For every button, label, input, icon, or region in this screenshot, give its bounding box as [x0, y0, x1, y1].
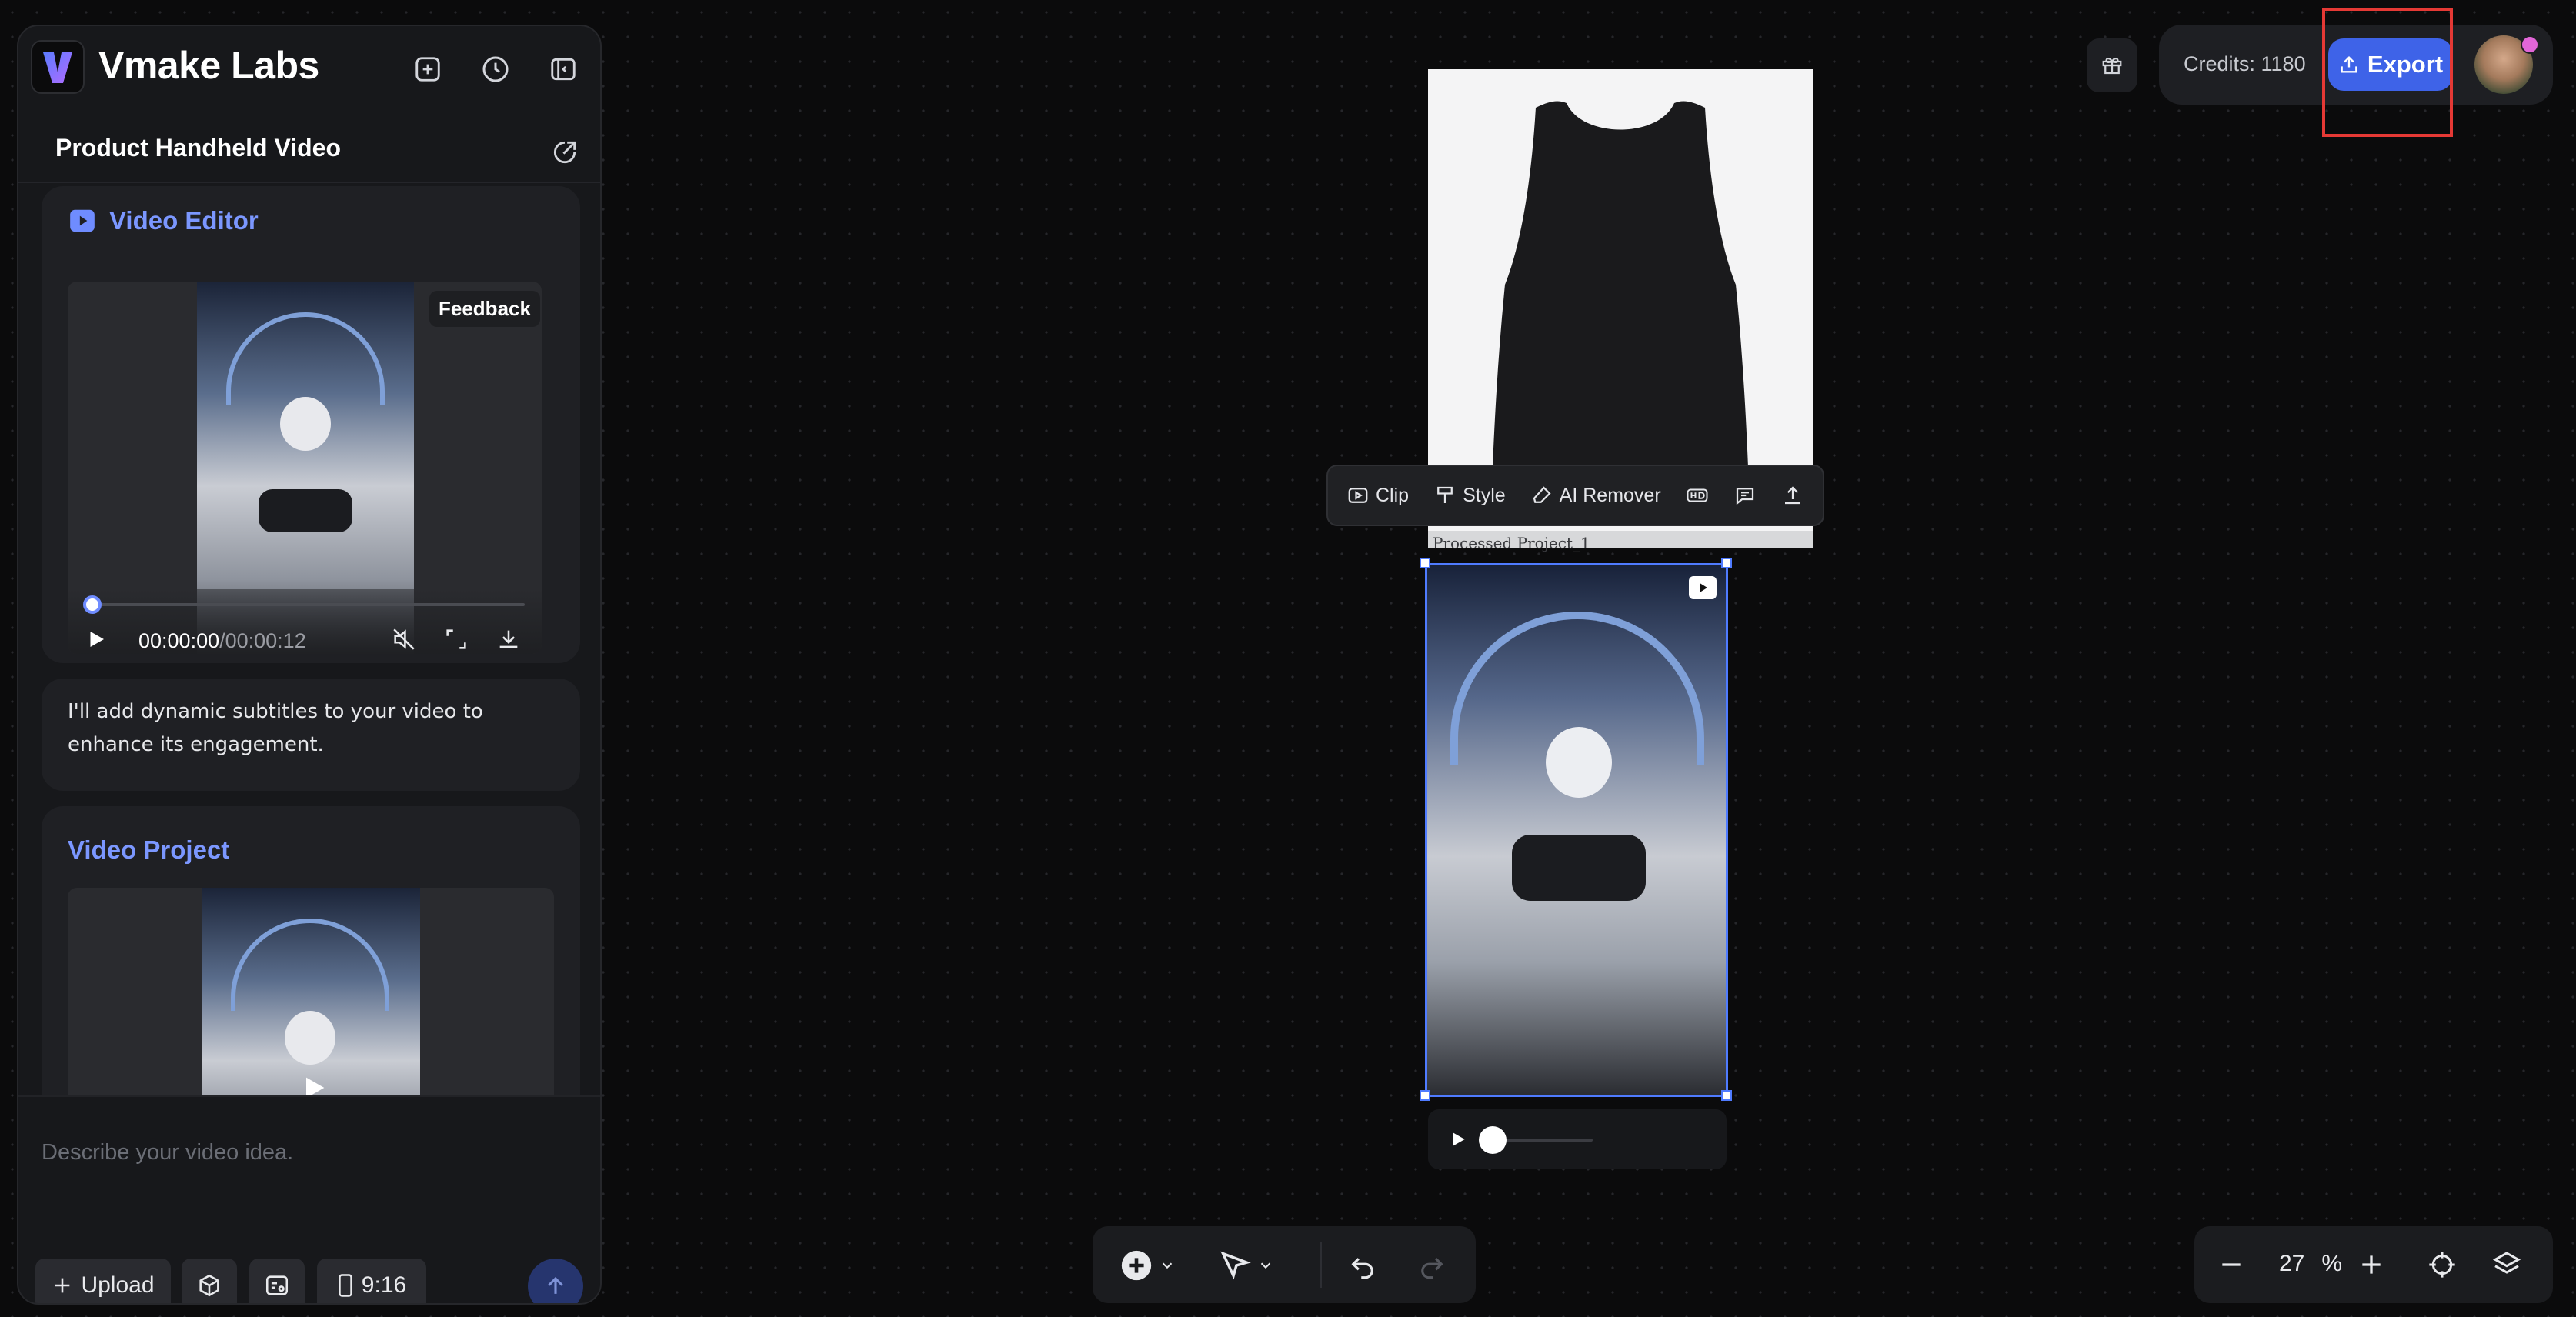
zoom-bar: 27 % [2194, 1226, 2553, 1303]
layers-icon[interactable] [2491, 1249, 2522, 1280]
time-total: /00:00:12 [219, 629, 306, 652]
download-icon[interactable] [496, 626, 522, 652]
video-editor-header: Video Editor [68, 206, 259, 235]
feedback-button[interactable]: Feedback [429, 291, 540, 327]
hd-icon[interactable] [1686, 484, 1709, 507]
video-editor-title: Video Editor [109, 206, 259, 235]
thumbnail-tunnel [226, 312, 385, 405]
aspect-ratio-button[interactable]: 9:16 [317, 1259, 426, 1303]
video-type-icon [1689, 576, 1717, 599]
video-editor-icon [70, 209, 95, 232]
canvas-video-progress[interactable] [1494, 1139, 1593, 1142]
select-tool-button[interactable] [1217, 1248, 1274, 1283]
upload-button[interactable]: Upload [35, 1259, 171, 1303]
new-project-icon[interactable] [408, 49, 448, 89]
gift-button[interactable] [2087, 38, 2137, 92]
zoom-value: 27 [2279, 1251, 2305, 1276]
zoom-unit: % [2321, 1251, 2343, 1276]
video-progress-thumb[interactable] [83, 595, 102, 614]
style-label: Style [1463, 484, 1506, 506]
canvas-play-icon[interactable] [1448, 1129, 1468, 1149]
upload-icon[interactable] [1781, 484, 1804, 507]
canvas-video-wheel [1512, 835, 1646, 901]
zoom-out-icon[interactable] [2216, 1249, 2247, 1280]
project-thumbnail-tunnel [231, 919, 389, 1011]
thumbnail-helmet [280, 397, 331, 451]
export-highlight-box [2322, 8, 2453, 137]
undo-icon[interactable] [1346, 1249, 1379, 1282]
clip-icon [1348, 488, 1368, 503]
mute-icon[interactable] [391, 626, 417, 652]
resize-handle-tr[interactable] [1721, 558, 1732, 568]
vmake-logo [31, 40, 85, 94]
chevron-down-icon [1162, 1262, 1173, 1269]
gift-icon [2102, 57, 2122, 75]
canvas-video-controls [1428, 1109, 1727, 1169]
canvas-video[interactable] [1425, 563, 1728, 1097]
share-icon[interactable] [545, 132, 585, 172]
play-icon[interactable] [85, 628, 108, 651]
brand-name: Vmake Labs [98, 44, 319, 87]
style-icon [1437, 486, 1453, 503]
send-button[interactable] [528, 1259, 583, 1303]
canvas-video-helmet [1546, 727, 1612, 798]
assistant-message: I'll add dynamic subtitles to your video… [42, 679, 580, 791]
video-editor-card: Video Editor Feedback 00:00:00/00:00:12 [42, 186, 580, 663]
prompt-area: Describe your video idea. Upload 9:16 [18, 1095, 600, 1303]
style-button[interactable]: Style [1433, 484, 1506, 507]
tank-top-graphic [1491, 101, 1750, 508]
zoom-in-icon[interactable] [2356, 1249, 2387, 1280]
fit-center-icon[interactable] [2427, 1249, 2458, 1280]
time-readout: 00:00:00/00:00:12 [138, 629, 306, 653]
upload-label: Upload [81, 1272, 155, 1298]
zoom-readout[interactable]: 27 % [2279, 1251, 2342, 1277]
video-progress-track[interactable] [85, 603, 525, 606]
canvas-video-progress-thumb[interactable] [1479, 1126, 1507, 1154]
eraser-icon [1533, 486, 1551, 503]
video-preview[interactable]: Feedback 00:00:00/00:00:12 [68, 282, 542, 654]
project-thumbnail-helmet [285, 1011, 335, 1065]
chevron-down-icon [1260, 1262, 1271, 1269]
arrow-up-icon [548, 1276, 563, 1294]
model-icon[interactable] [182, 1259, 237, 1303]
processed-project-label: Processed Project_1 [1433, 534, 1590, 552]
collapse-panel-icon[interactable] [543, 49, 583, 89]
prompt-input[interactable]: Describe your video idea. [42, 1140, 293, 1165]
video-project-card: Video Project [42, 806, 580, 1129]
assistant-message-text: I'll add dynamic subtitles to your video… [68, 700, 483, 756]
header-divider [18, 182, 600, 183]
ai-remover-label: AI Remover [1559, 484, 1661, 506]
add-circle-icon [1121, 1250, 1152, 1281]
toolbar-divider [1320, 1242, 1322, 1288]
fullscreen-icon[interactable] [443, 626, 469, 652]
avatar-badge-icon [2521, 35, 2539, 54]
ai-remover-button[interactable]: AI Remover [1530, 484, 1661, 507]
plus-icon [55, 1278, 70, 1293]
phone-icon [339, 1274, 352, 1297]
clip-button[interactable]: Clip [1346, 484, 1409, 507]
video-project-title: Video Project [68, 835, 230, 864]
chat-panel: Vmake Labs Product Handheld Video Video … [17, 25, 602, 1305]
redo-icon[interactable] [1416, 1249, 1448, 1282]
time-current: 00:00:00 [138, 629, 220, 652]
add-element-button[interactable] [1119, 1248, 1176, 1283]
comment-icon[interactable] [1733, 484, 1757, 507]
clip-label: Clip [1376, 484, 1410, 506]
resize-handle-br[interactable] [1721, 1090, 1732, 1101]
resize-handle-bl[interactable] [1420, 1090, 1430, 1101]
media-settings-icon[interactable] [249, 1259, 305, 1303]
element-toolbar: Clip Style AI Remover [1326, 465, 1824, 526]
video-project-preview[interactable] [68, 888, 554, 1119]
resize-handle-tl[interactable] [1420, 558, 1430, 568]
history-icon[interactable] [475, 49, 516, 89]
thumbnail-wheel [259, 489, 352, 532]
pointer-icon [1220, 1251, 1251, 1280]
credits-label: Credits: 1180 [2184, 52, 2306, 75]
project-title: Product Handheld Video [55, 134, 341, 162]
canvas-tools-bar [1093, 1226, 1476, 1303]
aspect-ratio-label: 9:16 [361, 1272, 407, 1298]
